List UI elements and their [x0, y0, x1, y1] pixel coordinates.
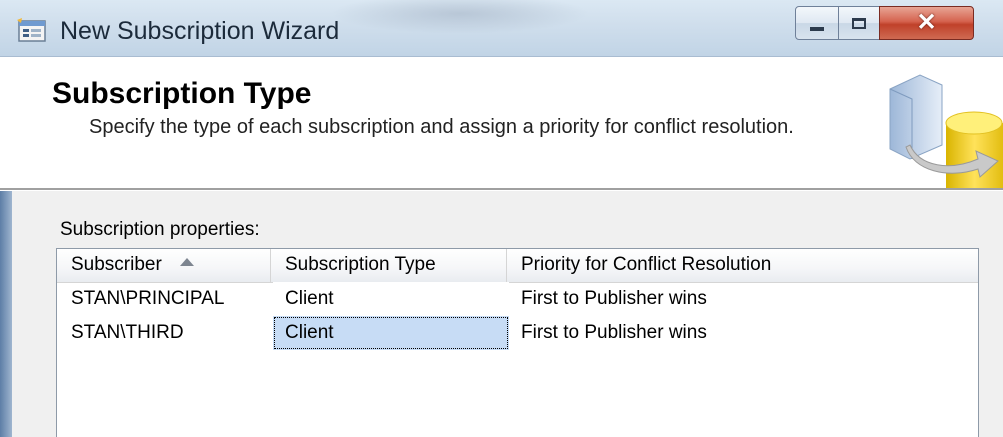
table-row[interactable]: STAN\THIRD Client First to Publisher win… — [57, 316, 978, 350]
database-sync-icon — [889, 74, 1003, 188]
subscription-type-cell[interactable]: Client — [273, 316, 509, 350]
priority-cell[interactable]: First to Publisher wins — [507, 316, 978, 350]
column-header-label: Priority for Conflict Resolution — [521, 254, 772, 275]
priority-cell[interactable]: First to Publisher wins — [507, 282, 978, 316]
grid-header-row: Subscriber Subscription Type Priority fo… — [57, 249, 978, 283]
table-row[interactable]: STAN\PRINCIPAL Client First to Publisher… — [57, 282, 978, 316]
column-header-priority[interactable]: Priority for Conflict Resolution — [507, 249, 978, 282]
window-title: New Subscription Wizard — [60, 17, 340, 45]
wizard-window-icon — [17, 18, 46, 42]
close-button[interactable]: ✕ — [879, 6, 974, 40]
wizard-header: Subscription Type Specify the type of ea… — [0, 57, 1003, 188]
wizard-window: New Subscription Wizard ✕ Subscription T… — [0, 0, 1003, 437]
subscriber-cell[interactable]: STAN\THIRD — [57, 316, 271, 350]
column-header-subscription-type[interactable]: Subscription Type — [271, 249, 507, 282]
window-left-frame — [0, 191, 12, 437]
page-description: Specify the type of each subscription an… — [89, 116, 794, 138]
column-header-subscriber[interactable]: Subscriber — [57, 249, 271, 282]
subscription-type-cell[interactable]: Client — [273, 282, 509, 316]
wizard-body: Subscription properties: Subscriber Subs… — [0, 191, 1003, 437]
subscription-properties-grid[interactable]: Subscriber Subscription Type Priority fo… — [56, 248, 979, 437]
subscriber-cell[interactable]: STAN\PRINCIPAL — [57, 282, 271, 316]
maximize-button[interactable] — [838, 6, 880, 40]
page-title: Subscription Type — [52, 77, 312, 110]
title-bar[interactable]: New Subscription Wizard ✕ — [0, 0, 1003, 57]
minimize-icon — [810, 27, 824, 31]
close-icon: ✕ — [916, 9, 937, 36]
minimize-button[interactable] — [795, 6, 839, 40]
maximize-icon — [852, 17, 866, 29]
column-header-label: Subscriber — [71, 254, 162, 275]
sort-ascending-icon — [179, 257, 194, 266]
subscription-properties-label: Subscription properties: — [60, 219, 260, 240]
column-header-label: Subscription Type — [285, 254, 436, 275]
